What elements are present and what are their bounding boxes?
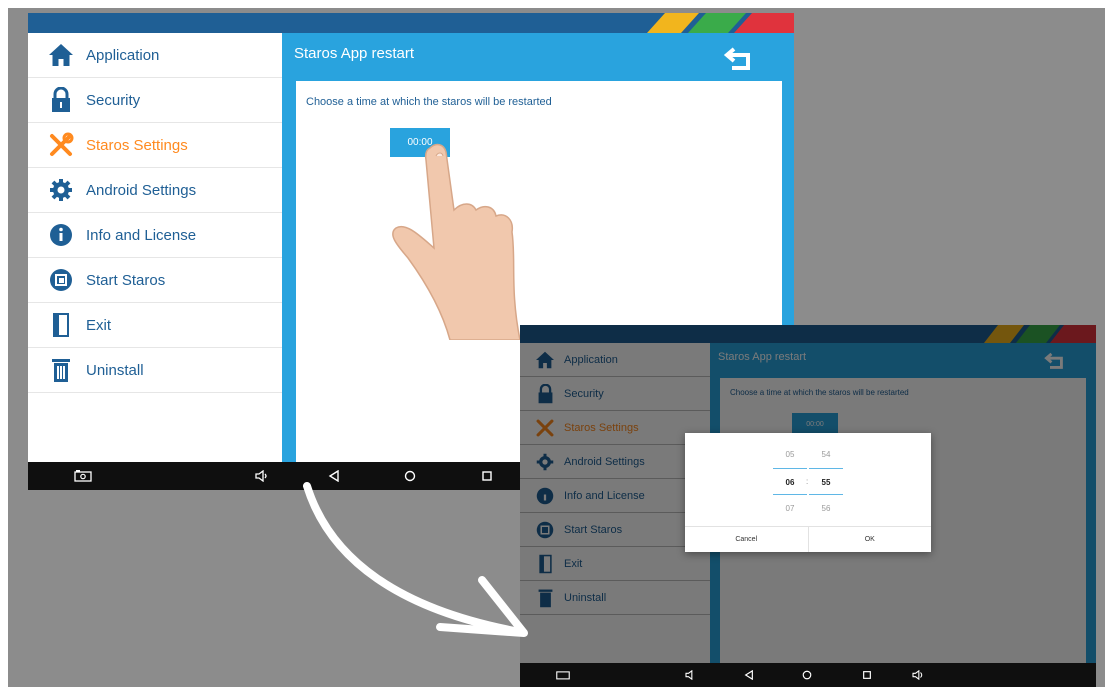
back-icon[interactable]: [723, 45, 754, 73]
door-icon: [534, 553, 556, 575]
recents-icon[interactable]: [854, 663, 880, 687]
sidebar-item-label: Uninstall: [86, 361, 144, 379]
back-icon[interactable]: [1044, 351, 1066, 371]
info-icon: [534, 485, 556, 507]
time-picker-button[interactable]: 00:00: [792, 413, 838, 435]
home-icon: [534, 349, 556, 371]
sidebar-item-label: Security: [564, 387, 604, 400]
restart-instruction: Choose a time at which the staros will b…: [306, 96, 552, 108]
sidebar-item-label: Info and License: [86, 226, 197, 244]
gear-icon: [534, 451, 556, 473]
sidebar-item-info-license[interactable]: Info and License: [28, 213, 282, 258]
cancel-button[interactable]: Cancel: [685, 527, 808, 552]
time-picker-dialog: 05 06 07 : 54 55 56 Cancel OK: [685, 433, 931, 552]
gear-icon: [46, 175, 76, 205]
sidebar-item-label: Uninstall: [564, 591, 607, 604]
sidebar-item-label: Exit: [564, 557, 583, 570]
hour-next[interactable]: 07: [773, 495, 807, 522]
sidebar-item-start-staros[interactable]: Start Staros: [28, 258, 282, 303]
sidebar-item-label: Android Settings: [564, 455, 645, 468]
top-status-bar: [28, 13, 794, 33]
sidebar-item-label: Android Settings: [86, 181, 197, 199]
home-nav-icon[interactable]: [395, 462, 425, 490]
home-icon: [46, 40, 76, 70]
sidebar-item-label: Exit: [86, 316, 112, 334]
sidebar-item-label: Start Staros: [564, 523, 623, 536]
tools-icon: [534, 417, 556, 439]
sidebar-item-label: Start Staros: [86, 271, 166, 289]
volume-up-icon[interactable]: [905, 663, 931, 687]
sidebar-item-security[interactable]: Security: [28, 78, 282, 123]
android-nav-bar: [520, 663, 1096, 687]
sidebar-item-uninstall[interactable]: Uninstall: [28, 348, 282, 393]
sidebar-item-label: Staros Settings: [86, 136, 188, 154]
minute-picker[interactable]: 54 55 56: [809, 441, 843, 522]
sidebar-item-label: Application: [86, 46, 160, 64]
time-separator: :: [806, 477, 809, 486]
start-icon: [534, 519, 556, 541]
hour-picker[interactable]: 05 06 07: [773, 441, 807, 522]
back-nav-icon[interactable]: [736, 663, 762, 687]
time-picker-button[interactable]: 00:00: [390, 128, 450, 157]
lock-icon: [534, 383, 556, 405]
sidebar-item-label: Security: [86, 91, 141, 109]
page-title: Staros App restart: [294, 45, 415, 62]
minute-selected[interactable]: 55: [809, 468, 843, 495]
page-title: Staros App restart: [718, 351, 807, 363]
dialog-actions: Cancel OK: [685, 526, 931, 552]
sidebar-item-uninstall[interactable]: Uninstall: [520, 581, 710, 615]
sidebar-item-label: Application: [564, 353, 618, 366]
trash-icon: [534, 587, 556, 609]
screenshot-icon[interactable]: [550, 663, 576, 687]
volume-down-icon[interactable]: [678, 663, 704, 687]
tools-icon: [46, 130, 76, 160]
sidebar-item-start-staros[interactable]: Start Staros: [520, 513, 710, 547]
minute-next[interactable]: 56: [809, 495, 843, 522]
hour-prev[interactable]: 05: [773, 441, 807, 468]
home-nav-icon[interactable]: [794, 663, 820, 687]
sidebar-item-security[interactable]: Security: [520, 377, 710, 411]
start-icon: [46, 265, 76, 295]
ok-button[interactable]: OK: [807, 527, 932, 552]
sidebar-item-exit[interactable]: Exit: [520, 547, 710, 581]
hour-selected[interactable]: 06: [773, 468, 807, 495]
minute-prev[interactable]: 54: [809, 441, 843, 468]
trash-icon: [46, 355, 76, 385]
sidebar-item-application[interactable]: Application: [520, 343, 710, 377]
sidebar-item-staros-settings[interactable]: Staros Settings: [520, 411, 710, 445]
sidebar-item-android-settings[interactable]: Android Settings: [28, 168, 282, 213]
back-nav-icon[interactable]: [319, 462, 349, 490]
info-icon: [46, 220, 76, 250]
tablet-screen-after: Application Security Staros Settings And…: [520, 325, 1096, 687]
lock-icon: [46, 85, 76, 115]
sidebar-item-info-license[interactable]: Info and License: [520, 479, 710, 513]
top-status-bar: [520, 325, 1096, 343]
restart-instruction: Choose a time at which the staros will b…: [730, 388, 909, 397]
sidebar-menu: Application Security Staros Settings And…: [28, 33, 282, 462]
recents-icon[interactable]: [472, 462, 502, 490]
screenshot-icon[interactable]: [68, 462, 98, 490]
sidebar-item-android-settings[interactable]: Android Settings: [520, 445, 710, 479]
door-icon: [46, 310, 76, 340]
volume-down-icon[interactable]: [247, 462, 277, 490]
sidebar-menu: Application Security Staros Settings And…: [520, 343, 710, 663]
sidebar-item-application[interactable]: Application: [28, 33, 282, 78]
sidebar-item-staros-settings[interactable]: Staros Settings: [28, 123, 282, 168]
sidebar-item-label: Info and License: [564, 489, 645, 502]
sidebar-item-label: Staros Settings: [564, 421, 639, 434]
sidebar-item-exit[interactable]: Exit: [28, 303, 282, 348]
